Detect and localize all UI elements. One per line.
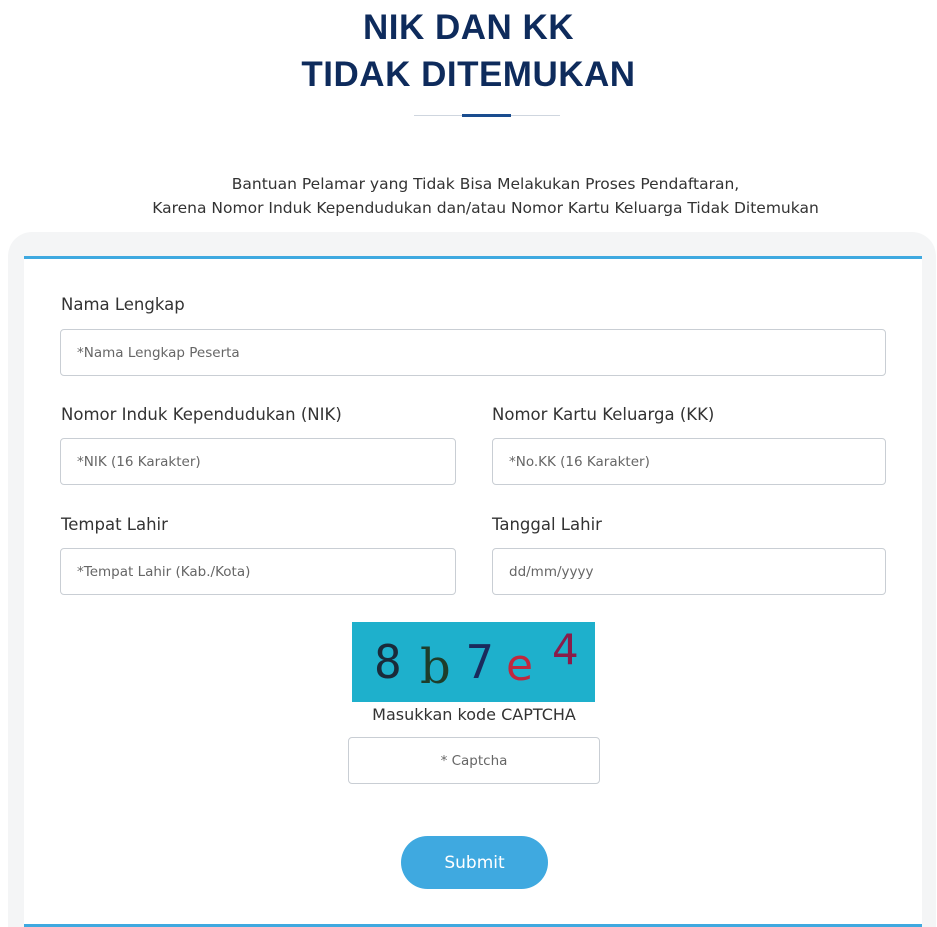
- nik-label: Nomor Induk Kependudukan (NIK): [61, 405, 342, 424]
- birthplace-input[interactable]: [60, 548, 456, 595]
- birthdate-label: Tanggal Lahir: [492, 515, 602, 534]
- captcha-char: 8: [374, 635, 402, 689]
- birthdate-input[interactable]: [492, 548, 886, 595]
- captcha-char: b: [420, 639, 451, 695]
- captcha-image: 8 b 7 e 4: [352, 622, 595, 702]
- page: NIK DAN KK TIDAK DITEMUKAN Bantuan Pelam…: [0, 0, 937, 927]
- kk-label: Nomor Kartu Keluarga (KK): [492, 405, 715, 424]
- submit-button[interactable]: Submit: [401, 836, 548, 889]
- nik-input[interactable]: [60, 438, 456, 485]
- captcha-char: 4: [552, 625, 579, 674]
- title-divider-accent: [462, 114, 511, 117]
- kk-input[interactable]: [492, 438, 886, 485]
- page-title-line-2: TIDAK DITEMUKAN: [301, 55, 636, 94]
- birthplace-label: Tempat Lahir: [61, 515, 168, 534]
- captcha-caption: Masukkan kode CAPTCHA: [372, 705, 576, 724]
- intro-line-1: Bantuan Pelamar yang Tidak Bisa Melakuka…: [231, 175, 740, 193]
- intro-line-2: Karena Nomor Induk Kependudukan dan/atau…: [152, 199, 819, 217]
- captcha-input[interactable]: [348, 737, 600, 784]
- page-title: NIK DAN KK TIDAK DITEMUKAN: [0, 4, 937, 98]
- captcha-svg: 8 b 7 e 4: [352, 622, 595, 702]
- intro-text: Bantuan Pelamar yang Tidak Bisa Melakuka…: [0, 172, 937, 220]
- page-title-line-1: NIK DAN KK: [362, 8, 575, 47]
- captcha-char: e: [506, 640, 533, 691]
- full-name-label: Nama Lengkap: [61, 295, 185, 314]
- captcha-char: 7: [466, 635, 494, 689]
- full-name-input[interactable]: [60, 329, 886, 376]
